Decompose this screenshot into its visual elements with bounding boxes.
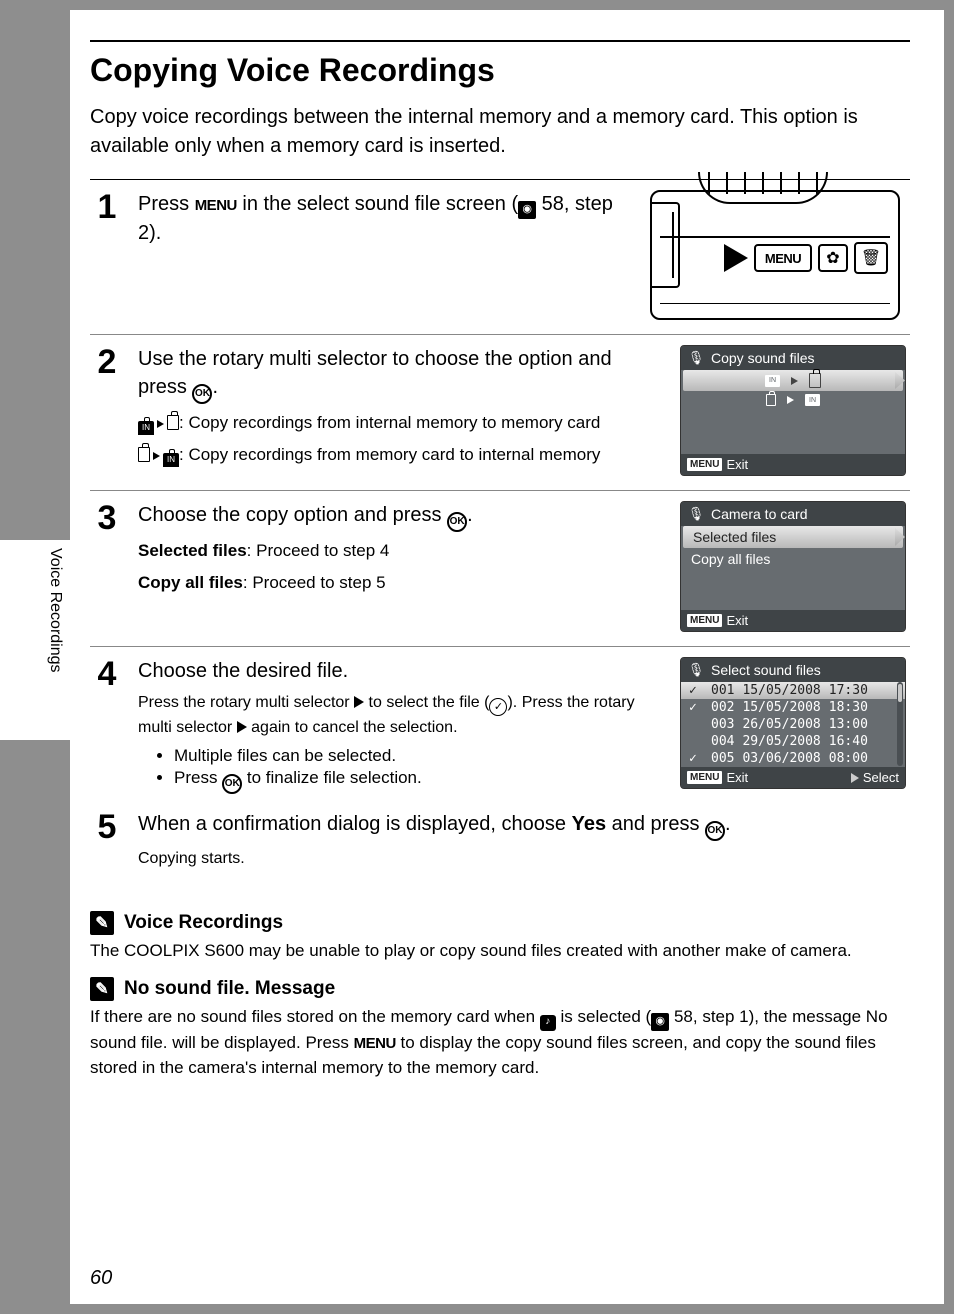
arrow-icon — [157, 420, 164, 428]
card-icon — [167, 415, 179, 430]
file-row: ✓00503/06/200808:00 — [681, 750, 905, 767]
step-4-bullets: Multiple files can be selected. Press OK… — [174, 746, 666, 794]
page-number: 60 — [90, 1267, 112, 1290]
step-2-option-2: : Copy recordings from memory card to in… — [138, 442, 666, 468]
lcd-option-card-to-in — [681, 391, 905, 409]
step-2: 2 Use the rotary multi selector to choos… — [90, 335, 910, 491]
step-4: 4 Choose the desired file. Press the rot… — [90, 647, 910, 810]
note-icon: ✎ — [90, 977, 114, 1001]
file-row: 00429/05/200816:40 — [681, 733, 905, 750]
internal-memory-icon — [138, 421, 154, 435]
step-5: 5 When a confirmation dialog is displaye… — [90, 810, 910, 885]
step-3-copy-all: Copy all files: Proceed to step 5 — [138, 570, 666, 596]
check-icon — [489, 698, 507, 716]
step-3-selected: Selected files: Proceed to step 4 — [138, 538, 666, 564]
lcd-select: Select — [863, 770, 899, 785]
step-5-sub: Copying starts. — [138, 847, 910, 871]
delete-icon: 🗑 — [854, 242, 888, 274]
note-2-heading: ✎No sound file. Message — [90, 977, 910, 1001]
card-icon — [138, 447, 150, 462]
step-number: 1 — [90, 190, 124, 320]
voice-icon — [689, 507, 703, 521]
step-2-option-1: : Copy recordings from internal memory t… — [138, 410, 666, 436]
page-ref-icon: ◉ — [518, 201, 536, 219]
voice-icon — [689, 663, 703, 677]
file-row: ✓00115/05/200817:30 — [681, 682, 905, 699]
side-section-label: Voice Recordings — [44, 548, 64, 698]
bullet-multiple: Multiple files can be selected. — [174, 746, 666, 766]
right-icon — [237, 721, 247, 733]
lcd-exit: Exit — [726, 457, 748, 472]
note-1-heading: ✎Voice Recordings — [90, 911, 910, 935]
menu-icon: MENU — [354, 1033, 396, 1055]
card-icon — [809, 373, 821, 388]
lcd-title: Camera to card — [711, 506, 807, 522]
camera-diagram: MENU ✿ 🗑 — [650, 190, 900, 320]
ok-icon: OK — [222, 774, 242, 794]
step-4-title: Choose the desired file. — [138, 657, 666, 685]
internal-memory-icon — [805, 394, 820, 406]
right-icon — [354, 696, 364, 708]
arrow-icon — [791, 377, 798, 385]
file-row: ✓00215/05/200818:30 — [681, 699, 905, 716]
scrollbar — [897, 682, 903, 766]
step-number: 3 — [90, 501, 124, 632]
lcd-camera-to-card: Camera to card Selected files Copy all f… — [680, 501, 906, 632]
steps-list: 1 Press MENU in the select sound file sc… — [90, 179, 910, 885]
ok-icon: OK — [192, 384, 212, 404]
step-3-title: Choose the copy option and press OK. — [138, 501, 666, 532]
step-number: 2 — [90, 345, 124, 476]
intro-text: Copy voice recordings between the intern… — [90, 103, 910, 161]
step-1-diagram: MENU ✿ 🗑 — [650, 190, 910, 320]
notes-section: ✎Voice Recordings The COOLPIX S600 may b… — [90, 911, 910, 1081]
lcd-copy-sound-files: Copy sound files MENU Exit — [680, 345, 906, 476]
menu-badge: MENU — [687, 771, 722, 784]
lcd-title: Select sound files — [711, 662, 821, 678]
menu-icon: MENU — [195, 195, 237, 216]
step-2-screen: Copy sound files MENU Exit — [680, 345, 910, 476]
lcd-title: Copy sound files — [711, 350, 815, 366]
step-3-screen: Camera to card Selected files Copy all f… — [680, 501, 910, 632]
menu-badge: MENU — [687, 614, 722, 627]
step-4-screen: Select sound files ✓00115/05/200817:30✓0… — [680, 657, 910, 796]
step-number: 5 — [90, 810, 124, 871]
page-ref-icon: ◉ — [651, 1013, 669, 1031]
ok-icon: OK — [705, 821, 725, 841]
step-4-sub: Press the rotary multi selector to selec… — [138, 691, 666, 740]
step-2-title: Use the rotary multi selector to choose … — [138, 345, 666, 404]
macro-icon: ✿ — [818, 244, 848, 272]
internal-memory-icon — [765, 375, 780, 387]
note-2-text: If there are no sound files stored on th… — [90, 1005, 910, 1080]
note-1-text: The COOLPIX S600 may be unable to play o… — [90, 939, 910, 964]
lcd-exit: Exit — [726, 770, 748, 785]
step-5-title: When a confirmation dialog is displayed,… — [138, 810, 910, 841]
card-icon — [766, 394, 776, 406]
step-number: 4 — [90, 657, 124, 796]
internal-memory-icon — [163, 453, 179, 467]
bullet-finalize: Press OK to finalize file selection. — [174, 768, 666, 794]
voice-icon — [540, 1015, 556, 1031]
camera-menu-button: MENU — [754, 244, 812, 272]
manual-page: Copying Voice Recordings Copy voice reco… — [70, 10, 944, 1304]
file-row: 00326/05/200813:00 — [681, 716, 905, 733]
page-title: Copying Voice Recordings — [90, 40, 910, 89]
note-icon: ✎ — [90, 911, 114, 935]
lcd-option-in-to-card — [683, 370, 903, 391]
step-3: 3 Choose the copy option and press OK. S… — [90, 491, 910, 647]
lcd-exit: Exit — [726, 613, 748, 628]
voice-icon — [689, 351, 703, 365]
arrow-icon — [787, 396, 794, 404]
arrow-icon — [153, 452, 160, 460]
step-1-text: Press MENU in the select sound file scre… — [138, 190, 636, 247]
lcd-select-sound-files: Select sound files ✓00115/05/200817:30✓0… — [680, 657, 906, 789]
right-icon — [851, 773, 859, 783]
arrow-icon — [724, 244, 748, 272]
lcd-option-selected-files: Selected files — [683, 526, 903, 548]
step-1: 1 Press MENU in the select sound file sc… — [90, 180, 910, 335]
menu-badge: MENU — [687, 458, 722, 471]
ok-icon: OK — [447, 512, 467, 532]
lcd-option-copy-all: Copy all files — [681, 548, 905, 570]
